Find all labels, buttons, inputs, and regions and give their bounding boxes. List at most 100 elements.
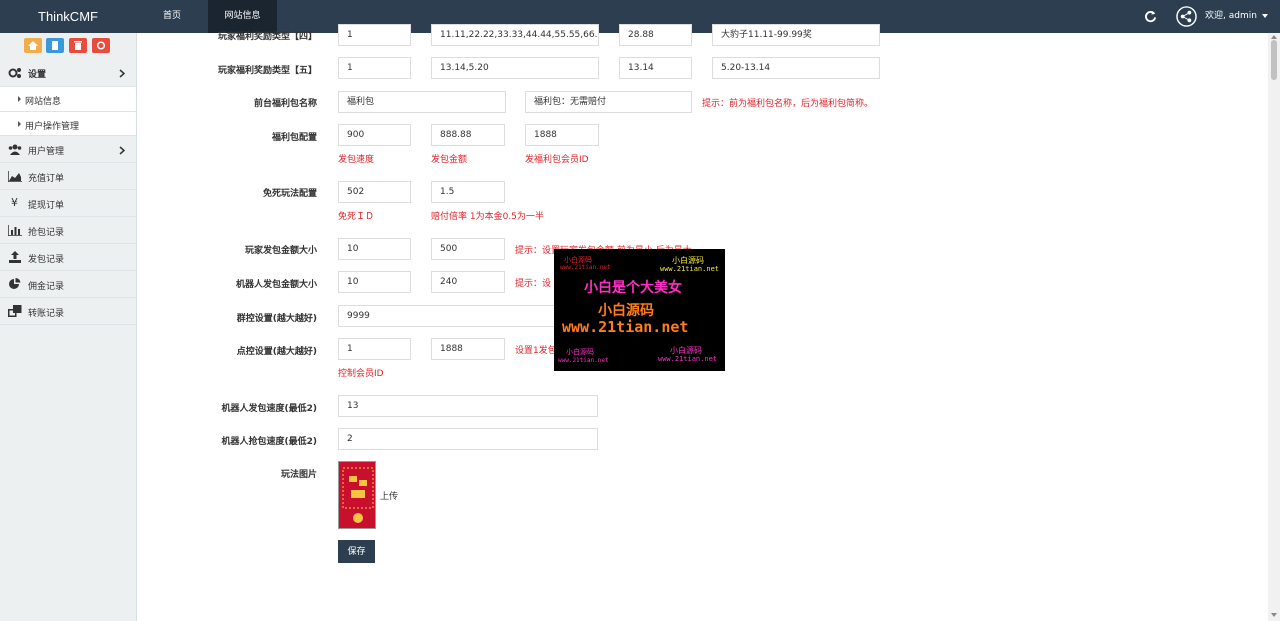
sidebar-subitem-site-info[interactable]: 网站信息 bbox=[0, 87, 136, 112]
bonus-config-label: 福利包配置 bbox=[271, 133, 317, 143]
upload-icon bbox=[9, 251, 21, 263]
reward5-field-1[interactable]: 1 bbox=[338, 57, 411, 79]
chevron-down-icon bbox=[1261, 13, 1268, 18]
sidebar-item-label: 佣金记录 bbox=[28, 282, 65, 292]
group-control-label: 群控设置(越大越好) bbox=[236, 314, 317, 324]
point-control-hint: 设置1发包 bbox=[515, 346, 557, 356]
sidebar-item-label: 转账记录 bbox=[28, 309, 65, 319]
chevron-right-icon bbox=[119, 146, 125, 155]
bonus-speed-hint: 发包速度 bbox=[338, 155, 375, 165]
caret-right-icon bbox=[18, 121, 21, 127]
watermark-text-bl: 小白源码 bbox=[566, 348, 594, 356]
save-button[interactable]: 保存 bbox=[338, 540, 375, 563]
watermark-overlay: 小白源码 www.21tian.net 小白源码 www.21tian.net … bbox=[554, 249, 725, 371]
reward5-field-3[interactable]: 13.14 bbox=[619, 57, 692, 79]
point-control-field-2[interactable]: 1888 bbox=[431, 338, 505, 360]
area-chart-icon bbox=[8, 171, 22, 182]
red-envelope-image bbox=[339, 462, 375, 528]
reward4-field-4[interactable]: 大豹子11.11-99.99奖 bbox=[712, 24, 880, 46]
bonus-amount-field[interactable]: 888.88 bbox=[431, 124, 505, 146]
recycle-icon bbox=[96, 41, 106, 50]
player-amount-max-field[interactable]: 500 bbox=[431, 238, 505, 260]
point-control-member-hint: 控制会员ID bbox=[338, 369, 384, 379]
sidebar-item-label: 发包记录 bbox=[28, 255, 65, 265]
watermark-line-1: 小白是个大美女 bbox=[584, 280, 682, 296]
brand-logo[interactable]: ThinkCMF bbox=[0, 0, 136, 33]
free-play-rate-field[interactable]: 1.5 bbox=[431, 181, 505, 203]
sidebar: 设置 网站信息 用户操作管理 用户管理 充值订单 ¥ 提现订单 抢包记录 发包记… bbox=[0, 33, 137, 621]
document-icon bbox=[52, 41, 58, 50]
caret-right-icon bbox=[18, 96, 21, 102]
scroll-down-icon[interactable] bbox=[1271, 613, 1277, 617]
bar-chart-icon bbox=[8, 225, 22, 236]
reward5-field-4[interactable]: 5.20-13.14 bbox=[712, 57, 880, 79]
robot-send-speed-label: 机器人发包速度(最低2) bbox=[221, 404, 318, 414]
sidebar-item-transfer[interactable]: 转账记录 bbox=[0, 298, 136, 325]
free-play-rate-hint: 赔付倍率 1为本金0.5为一半 bbox=[431, 212, 544, 222]
sidebar-item-label: 网站信息 bbox=[25, 97, 62, 107]
sidebar-item-label: 设置 bbox=[28, 70, 47, 80]
robot-amount-max-field[interactable]: 240 bbox=[431, 271, 505, 293]
free-play-id-field[interactable]: 502 bbox=[338, 181, 411, 203]
quick-document-button[interactable] bbox=[46, 38, 64, 53]
quick-refresh-button[interactable] bbox=[92, 38, 110, 53]
sidebar-item-recharge[interactable]: 充值订单 bbox=[0, 163, 136, 190]
sidebar-item-label: 用户操作管理 bbox=[25, 122, 80, 132]
sidebar-item-user-mgmt[interactable]: 用户管理 bbox=[0, 136, 136, 163]
quick-home-button[interactable] bbox=[24, 38, 42, 53]
home-icon bbox=[28, 41, 38, 50]
robot-send-speed-field[interactable]: 13 bbox=[338, 395, 598, 417]
reward5-label: 玩家福利奖励类型【五】 bbox=[217, 66, 317, 76]
bonus-name-hint: 提示：前为福利包名称，后为福利包简称。 bbox=[702, 99, 874, 109]
vertical-scrollbar[interactable] bbox=[1268, 33, 1280, 621]
player-amount-min-field[interactable]: 10 bbox=[338, 238, 411, 260]
bonus-name-field-2[interactable]: 福利包：无需赔付 bbox=[525, 91, 692, 113]
pie-chart-icon bbox=[9, 278, 21, 289]
scroll-up-icon[interactable] bbox=[1271, 35, 1277, 39]
bonus-speed-field[interactable]: 900 bbox=[338, 124, 411, 146]
sidebar-item-send[interactable]: 发包记录 bbox=[0, 244, 136, 271]
play-image-thumbnail[interactable] bbox=[338, 461, 376, 529]
free-play-label: 免死玩法配置 bbox=[262, 189, 317, 199]
sidebar-item-label: 充值订单 bbox=[28, 174, 65, 184]
robot-grab-speed-field[interactable]: 2 bbox=[338, 428, 598, 450]
sidebar-item-commission[interactable]: 佣金记录 bbox=[0, 271, 136, 298]
bonus-member-id-field[interactable]: 1888 bbox=[525, 124, 599, 146]
reward4-label: 玩家福利奖励类型【四】 bbox=[217, 32, 317, 42]
reward5-field-2[interactable]: 13.14,5.20 bbox=[431, 57, 599, 79]
watermark-line-2: 小白源码 bbox=[598, 303, 654, 319]
robot-amount-min-field[interactable]: 10 bbox=[338, 271, 411, 293]
quick-trash-button[interactable] bbox=[69, 38, 87, 53]
clone-icon bbox=[8, 305, 22, 317]
robot-amount-label: 机器人发包金额大小 bbox=[235, 280, 317, 290]
users-icon bbox=[8, 144, 22, 155]
point-control-field-1[interactable]: 1 bbox=[338, 338, 411, 360]
watermark-url-bl: www.21tian.net bbox=[558, 357, 609, 364]
user-avatar-icon[interactable] bbox=[1176, 6, 1197, 27]
play-image-label: 玩法图片 bbox=[280, 470, 317, 480]
robot-amount-hint: 提示：设 bbox=[515, 279, 552, 289]
sidebar-item-withdraw[interactable]: ¥ 提现订单 bbox=[0, 190, 136, 217]
watermark-line-3: www.21tian.net bbox=[562, 318, 689, 336]
player-amount-label: 玩家发包金额大小 bbox=[244, 246, 317, 256]
reward4-field-1[interactable]: 1 bbox=[338, 24, 411, 46]
point-control-label: 点控设置(越大越好) bbox=[236, 347, 317, 357]
gears-icon bbox=[8, 68, 21, 78]
sidebar-subitem-user-ops[interactable]: 用户操作管理 bbox=[0, 112, 136, 136]
bonus-member-id-hint: 发福利包会员ID bbox=[525, 155, 589, 165]
bonus-name-label: 前台福利包名称 bbox=[253, 99, 317, 109]
user-menu[interactable]: 欢迎, admin bbox=[1205, 0, 1268, 33]
welcome-text: 欢迎, admin bbox=[1205, 11, 1257, 21]
watermark-url-tr: www.21tian.net bbox=[660, 265, 720, 273]
sidebar-item-grab[interactable]: 抢包记录 bbox=[0, 217, 136, 244]
bonus-name-field-1[interactable]: 福利包 bbox=[338, 91, 506, 113]
reward4-field-2[interactable]: 11.11,22.22,33.33,44.44,55.55,66.6 bbox=[431, 24, 599, 46]
upload-link[interactable]: 上传 bbox=[380, 489, 398, 502]
reward4-field-3[interactable]: 28.88 bbox=[619, 24, 692, 46]
sidebar-item-label: 提现订单 bbox=[28, 201, 65, 211]
sidebar-item-label: 用户管理 bbox=[28, 147, 65, 157]
sidebar-item-settings[interactable]: 设置 bbox=[0, 60, 136, 87]
refresh-icon[interactable] bbox=[1144, 10, 1157, 23]
scrollbar-thumb[interactable] bbox=[1271, 40, 1277, 80]
watermark-url-tl: www.21tian.net bbox=[560, 264, 611, 271]
